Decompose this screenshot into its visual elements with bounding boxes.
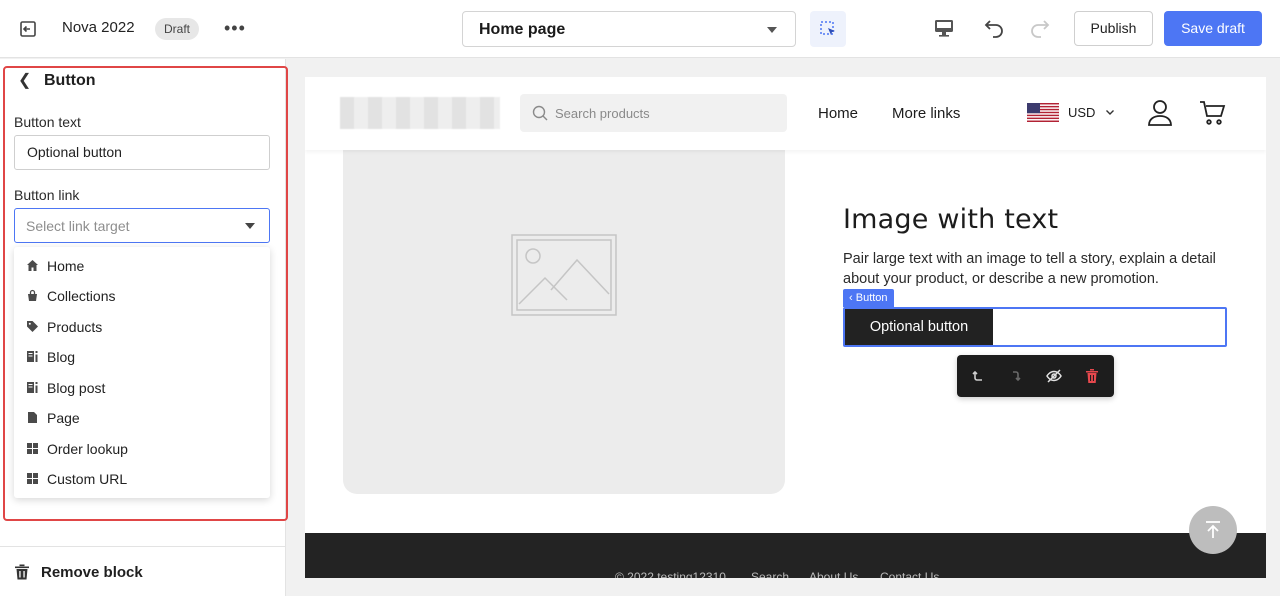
chevron-down-icon (245, 223, 255, 229)
grid-icon (27, 473, 38, 484)
inspect-select-icon (820, 21, 835, 35)
link-target-placeholder: Select link target (26, 218, 130, 234)
blog-post-icon (27, 382, 38, 393)
back-chevron-icon[interactable]: ❮ (18, 73, 31, 89)
link-option-products[interactable]: Products (14, 312, 270, 342)
link-target-select[interactable]: Select link target (14, 208, 270, 243)
button-text-input[interactable]: Optional button (14, 135, 270, 170)
link-target-dropdown: Home Collections Products Blog Blog post… (14, 247, 270, 498)
store-logo[interactable] (340, 97, 500, 129)
section-body[interactable]: Pair large text with an image to tell a … (843, 249, 1233, 289)
store-search-input[interactable]: Search products (520, 94, 787, 132)
selected-block-frame: Optional button (843, 307, 1227, 347)
link-option-custom-url[interactable]: Custom URL (14, 464, 270, 494)
account-icon[interactable] (1147, 99, 1173, 127)
section-heading[interactable]: Image with text (843, 204, 1058, 235)
undo-icon[interactable] (982, 16, 1006, 40)
arrow-up-icon (1206, 521, 1220, 538)
us-flag-icon[interactable] (1027, 103, 1059, 122)
settings-panel: ❮ Button Button text Optional button But… (0, 59, 288, 596)
trash-icon (15, 564, 29, 580)
page-icon (28, 412, 37, 423)
collections-icon (28, 289, 37, 301)
link-option-label: Order lookup (47, 441, 128, 457)
link-option-label: Blog post (47, 380, 106, 396)
store-footer: © 2022 testing12310 Search About Us Cont… (305, 533, 1266, 578)
link-option-blog[interactable]: Blog (14, 342, 270, 372)
more-options-icon[interactable]: ••• (224, 17, 246, 39)
delete-icon[interactable] (1084, 368, 1100, 384)
move-up-icon[interactable] (970, 368, 986, 384)
search-icon (532, 105, 548, 121)
store-preview: Search products Home More links USD Imag… (305, 77, 1266, 578)
link-option-blog-post[interactable]: Blog post (14, 373, 270, 403)
remove-block-button[interactable]: Remove block (0, 546, 286, 596)
remove-block-label: Remove block (41, 564, 143, 581)
optional-button[interactable]: Optional button (845, 309, 993, 345)
home-icon (27, 260, 38, 271)
desktop-preview-icon[interactable] (932, 16, 956, 40)
nav-link-home[interactable]: Home (818, 105, 858, 122)
selected-block-tag-label: Button (855, 292, 888, 304)
footer-copyright: © 2022 testing12310 (615, 570, 726, 578)
currency-label[interactable]: USD (1068, 105, 1095, 120)
selected-block-tag[interactable]: ‹ Button (843, 289, 894, 307)
exit-icon[interactable] (18, 19, 38, 39)
move-down-icon[interactable] (1007, 368, 1023, 384)
link-option-home[interactable]: Home (14, 251, 270, 281)
link-option-order-lookup[interactable]: Order lookup (14, 434, 270, 464)
blog-icon (27, 351, 38, 362)
cart-icon[interactable] (1198, 99, 1226, 127)
tag-icon (27, 321, 38, 332)
grid-icon (27, 443, 38, 454)
scroll-to-top-button[interactable] (1189, 506, 1237, 554)
link-option-collections[interactable]: Collections (14, 281, 270, 311)
link-option-label: Home (47, 258, 85, 274)
status-badge: Draft (155, 18, 200, 40)
hide-eye-icon[interactable] (1046, 368, 1062, 384)
link-option-label: Custom URL (47, 471, 128, 487)
button-text-label: Button text (14, 114, 81, 130)
page-selector[interactable]: Home page (462, 11, 796, 47)
chevron-down-icon[interactable] (1105, 107, 1115, 117)
footer-link-about[interactable]: About Us (809, 570, 858, 578)
editor-topbar: Nova 2022 Draft ••• Home page Publish Sa… (0, 0, 1280, 58)
theme-title: Nova 2022 (62, 19, 135, 36)
link-option-label: Page (47, 410, 80, 426)
store-header: Search products Home More links USD (305, 77, 1266, 150)
nav-link-more-links[interactable]: More links (892, 105, 960, 122)
page-selector-label: Home page (479, 21, 566, 38)
save-draft-button[interactable]: Save draft (1164, 11, 1262, 46)
link-option-label: Products (47, 319, 103, 335)
footer-link-contact[interactable]: Contact Us (880, 570, 939, 578)
link-option-label: Blog (47, 349, 76, 365)
button-link-label: Button link (14, 187, 80, 203)
redo-icon[interactable] (1028, 16, 1052, 40)
block-toolbar (957, 355, 1114, 397)
panel-title: Button (44, 72, 96, 89)
image-placeholder-icon (511, 234, 617, 316)
image-placeholder[interactable] (343, 142, 785, 494)
chevron-down-icon (767, 27, 777, 33)
search-placeholder: Search products (555, 106, 650, 121)
footer-link-search[interactable]: Search (751, 570, 789, 578)
inspect-button[interactable] (810, 11, 846, 47)
link-option-label: Collections (47, 288, 116, 304)
link-option-page[interactable]: Page (14, 403, 270, 433)
publish-button[interactable]: Publish (1074, 11, 1153, 46)
